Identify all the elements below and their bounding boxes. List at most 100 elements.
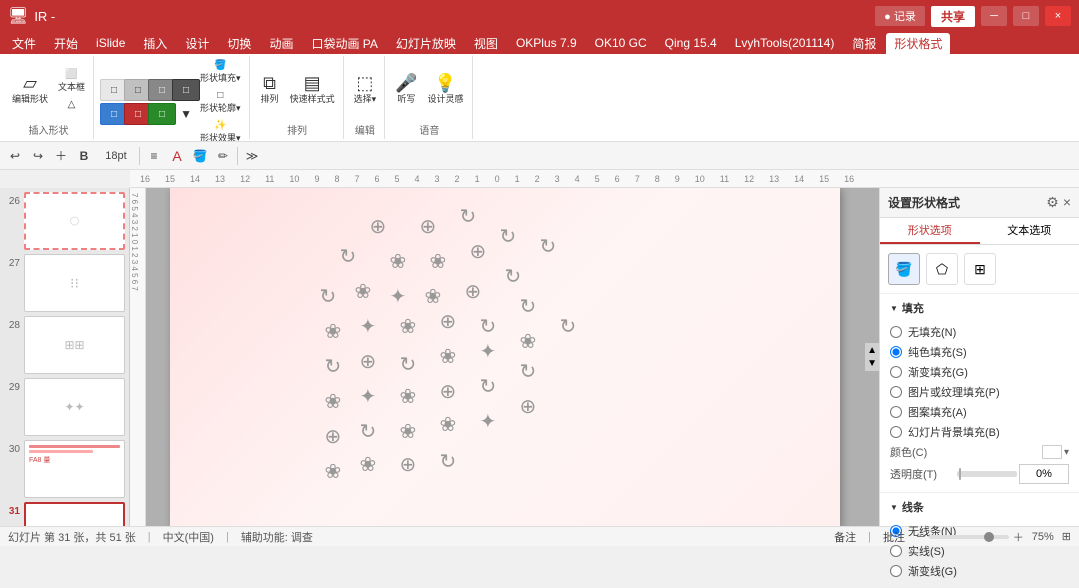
transparency-input[interactable] [1019,464,1069,484]
menu-view[interactable]: 视图 [466,33,506,54]
menu-slideshow[interactable]: 幻灯片放映 [388,33,464,54]
panel-close-btn[interactable]: × [1063,194,1071,211]
canvas-shape-35[interactable]: ↻ [360,422,377,442]
canvas-shape-6[interactable]: ⊕ [470,242,487,262]
gradient-fill-radio[interactable] [890,366,902,378]
toolbar-bold[interactable]: B [73,145,95,167]
record-button[interactable]: ● 记录 [875,6,925,26]
canvas-shape-27[interactable]: ↻ [560,317,577,337]
slide-panel[interactable]: 26 ○ 27 ⁝⁝ 28 ⊞⊞ 29 ✦✦ 30 [0,188,130,526]
toolbar-shape-fill[interactable]: 🪣 [189,145,211,167]
menu-transition[interactable]: 切换 [219,33,259,54]
canvas-shape-37[interactable]: ❀ [440,415,457,435]
minimize-button[interactable]: ─ [981,6,1007,26]
maximize-button[interactable]: □ [1013,6,1039,26]
toolbar-new-slide[interactable]: ＋ [50,145,72,167]
canvas-shape-5[interactable]: ❀ [430,252,447,272]
canvas-shape-40[interactable]: ❀ [325,462,342,482]
canvas-shape-36[interactable]: ❀ [400,422,417,442]
pattern-fill-radio[interactable] [890,406,902,418]
panel-icon-grid[interactable]: ⊞ [964,253,996,285]
slide-img-26[interactable]: ○ [24,192,125,250]
menu-lvyh[interactable]: LvyhTools(201114) [727,34,843,52]
shape-fill-btn[interactable]: 🪣 形状填充▾ [196,58,245,86]
shape-outline-btn[interactable]: □ 形状轮廓▾ [196,88,245,116]
slide-thumb-31[interactable]: 31 ❀❀❀ [4,502,125,526]
slide-img-28[interactable]: ⊞⊞ [24,316,125,374]
panel-icon-pentagon[interactable]: ⬠ [926,253,958,285]
scroll-down-btn[interactable]: ▼ [867,358,877,369]
zoom-level[interactable]: 75% [1032,531,1054,543]
color-swatch[interactable] [1042,445,1062,459]
arrange-btn[interactable]: ⧉ 排列 [256,59,284,119]
canvas-shape-3[interactable]: ↻ [340,247,357,267]
canvas-shape-43[interactable]: ↻ [440,452,457,472]
canvas-shape-21[interactable]: ↻ [325,357,342,377]
menu-design[interactable]: 设计 [177,33,217,54]
gradient-line-radio[interactable] [890,565,902,577]
toolbar-font-size[interactable]: 18pt [96,145,136,167]
canvas-shape-19[interactable]: ↻ [480,317,497,337]
canvas-shape-0[interactable]: ⊕ [370,217,387,237]
slide-bg-fill-radio[interactable] [890,426,902,438]
panel-settings-icon[interactable]: ⚙ [1046,194,1059,211]
scroll-up-btn[interactable]: ▲ [867,345,877,356]
ribbon-insert-shape[interactable]: △ [54,97,89,112]
canvas-shape-8[interactable]: ↻ [320,287,337,307]
canvas-shape-38[interactable]: ✦ [480,412,497,432]
canvas-shape-20[interactable]: ↻ [520,297,537,317]
canvas-shape-29[interactable]: ✦ [360,387,377,407]
no-fill-radio[interactable] [890,326,902,338]
slide-thumb-27[interactable]: 27 ⁝⁝ [4,254,125,312]
canvas-shape-7[interactable]: ↻ [500,227,517,247]
select-btn[interactable]: ⬚ 选择▾ [350,59,381,119]
menu-brief[interactable]: 简报 [844,33,884,54]
canvas-shape-34[interactable]: ⊕ [325,427,342,447]
panel-tab-text[interactable]: 文本选项 [980,218,1079,244]
menu-insert[interactable]: 插入 [135,33,175,54]
menu-animation[interactable]: 动画 [261,33,301,54]
shape-effects-btn[interactable]: ✨ 形状效果▾ [196,118,245,142]
canvas-shape-25[interactable]: ✦ [480,342,497,362]
menu-ok10[interactable]: OK10 GC [587,34,655,52]
canvas-shape-31[interactable]: ⊕ [440,382,457,402]
toolbar-align-left[interactable]: ≡ [143,145,165,167]
slide-thumb-28[interactable]: 28 ⊞⊞ [4,316,125,374]
solid-fill-radio[interactable] [890,346,902,358]
notes-btn[interactable]: 备注 [830,526,860,548]
zoom-slider[interactable] [929,535,1009,539]
canvas-shape-15[interactable]: ❀ [325,322,342,342]
color-dropdown-btn[interactable]: ▾ [1064,447,1069,458]
canvas-shape-26[interactable]: ❀ [520,332,537,352]
canvas-shape-24[interactable]: ❀ [440,347,457,367]
toolbar-line-color[interactable]: ✏ [212,145,234,167]
transparency-slider[interactable] [957,471,1017,477]
panel-tab-shape[interactable]: 形状选项 [880,218,980,244]
canvas-shape-11[interactable]: ❀ [425,287,442,307]
close-button[interactable]: × [1045,6,1071,26]
slide-img-29[interactable]: ✦✦ [24,378,125,436]
fit-screen-btn[interactable]: ⊞ [1062,530,1071,543]
menu-pa[interactable]: 口袋动画 PA [303,33,385,54]
canvas-shape-22[interactable]: ⊕ [360,352,377,372]
canvas-shape-42[interactable]: ⊕ [400,455,417,475]
slide-img-30[interactable]: FA8 量 [24,440,125,498]
zoom-in-btn[interactable]: ＋ [1013,529,1024,545]
canvas-shape-39[interactable]: ⊕ [520,397,537,417]
toolbar-undo[interactable]: ↩ [4,145,26,167]
ribbon-text-box[interactable]: ⬜ 文本框 [54,67,89,95]
canvas-shape-17[interactable]: ❀ [400,317,417,337]
canvas-shape-2[interactable]: ↻ [460,207,477,227]
canvas-shape-23[interactable]: ↻ [400,355,417,375]
canvas-shape-12[interactable]: ⊕ [465,282,482,302]
share-button[interactable]: 共享 [931,6,975,27]
canvas-shape-41[interactable]: ❀ [360,455,377,475]
toolbar-color[interactable]: A [166,145,188,167]
toolbar-redo[interactable]: ↪ [27,145,49,167]
canvas-shape-10[interactable]: ✦ [390,287,407,307]
menu-islide[interactable]: iSlide [88,34,133,52]
menu-okplus[interactable]: OKPlus 7.9 [508,34,585,52]
canvas-shape-13[interactable]: ↻ [505,267,522,287]
slide-thumb-26[interactable]: 26 ○ [4,192,125,250]
comments-btn[interactable]: 批注 [879,526,909,548]
